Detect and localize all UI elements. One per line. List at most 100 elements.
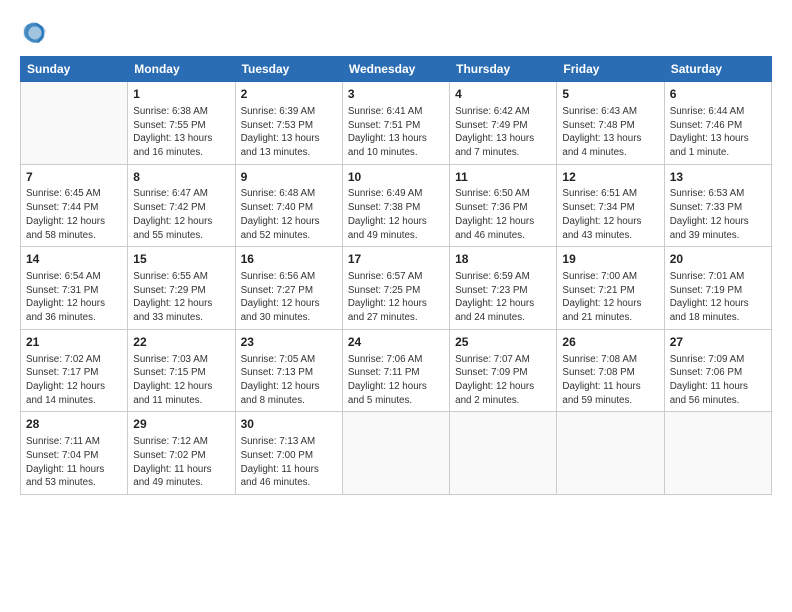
calendar-cell: 10Sunrise: 6:49 AM Sunset: 7:38 PM Dayli… [342,164,449,247]
weekday-header-sunday: Sunday [21,57,128,82]
day-info: Sunrise: 6:42 AM Sunset: 7:49 PM Dayligh… [455,105,551,160]
calendar-table: SundayMondayTuesdayWednesdayThursdayFrid… [20,56,772,495]
day-number: 9 [241,169,337,186]
calendar-cell: 13Sunrise: 6:53 AM Sunset: 7:33 PM Dayli… [664,164,771,247]
day-number: 15 [133,251,229,268]
calendar-cell: 14 Sunrise: 6:54 AM Sunset: 7:31 PM Dayli… [21,247,128,330]
day-number: 5 [562,86,658,103]
weekday-header-thursday: Thursday [450,57,557,82]
day-number: 8 [133,169,229,186]
calendar-week-row-3: 14 Sunrise: 6:54 AM Sunset: 7:31 PM Dayli… [21,247,772,330]
calendar-cell [557,412,664,495]
calendar-cell: 12Sunrise: 6:51 AM Sunset: 7:34 PM Dayli… [557,164,664,247]
calendar-cell [664,412,771,495]
calendar-cell: 20Sunrise: 7:01 AM Sunset: 7:19 PM Dayli… [664,247,771,330]
day-number: 28 [26,416,122,433]
day-number: 26 [562,334,658,351]
day-number: 16 [241,251,337,268]
day-info: Sunrise: 6:44 AM Sunset: 7:46 PM Dayligh… [670,105,766,160]
day-number: 23 [241,334,337,351]
day-number: 10 [348,169,444,186]
calendar-week-row-1: 1Sunrise: 6:38 AM Sunset: 7:55 PM Daylig… [21,82,772,165]
logo-icon [20,18,48,46]
day-info: Sunrise: 7:11 AM Sunset: 7:04 PM Dayligh… [26,435,122,490]
calendar-cell: 6 Sunrise: 6:44 AM Sunset: 7:46 PM Daylig… [664,82,771,165]
day-info: Sunrise: 6:51 AM Sunset: 7:34 PM Dayligh… [562,187,658,242]
day-number: 29 [133,416,229,433]
day-info: Sunrise: 6:56 AM Sunset: 7:27 PM Dayligh… [241,270,337,325]
calendar-cell: 9Sunrise: 6:48 AM Sunset: 7:40 PM Daylig… [235,164,342,247]
day-info: Sunrise: 6:43 AM Sunset: 7:48 PM Dayligh… [562,105,658,160]
calendar-cell: 23 Sunrise: 7:05 AM Sunset: 7:13 PM Dayli… [235,329,342,412]
weekday-header-tuesday: Tuesday [235,57,342,82]
calendar-cell: 15Sunrise: 6:55 AM Sunset: 7:29 PM Dayli… [128,247,235,330]
calendar-cell: 5 Sunrise: 6:43 AM Sunset: 7:48 PM Daylig… [557,82,664,165]
day-info: Sunrise: 7:08 AM Sunset: 7:08 PM Dayligh… [562,353,658,408]
day-number: 7 [26,169,122,186]
calendar-cell: 21Sunrise: 7:02 AM Sunset: 7:17 PM Dayli… [21,329,128,412]
calendar-cell: 11Sunrise: 6:50 AM Sunset: 7:36 PM Dayli… [450,164,557,247]
day-info: Sunrise: 6:49 AM Sunset: 7:38 PM Dayligh… [348,187,444,242]
weekday-header-monday: Monday [128,57,235,82]
day-number: 3 [348,86,444,103]
day-info: Sunrise: 7:07 AM Sunset: 7:09 PM Dayligh… [455,353,551,408]
day-number: 30 [241,416,337,433]
calendar-week-row-2: 7Sunrise: 6:45 AM Sunset: 7:44 PM Daylig… [21,164,772,247]
day-number: 11 [455,169,551,186]
day-info: Sunrise: 6:39 AM Sunset: 7:53 PM Dayligh… [241,105,337,160]
day-number: 18 [455,251,551,268]
day-info: Sunrise: 7:00 AM Sunset: 7:21 PM Dayligh… [562,270,658,325]
day-info: Sunrise: 6:54 AM Sunset: 7:31 PM Dayligh… [26,270,122,325]
day-number: 2 [241,86,337,103]
calendar-cell: 3 Sunrise: 6:41 AM Sunset: 7:51 PM Daylig… [342,82,449,165]
calendar-cell: 26 Sunrise: 7:08 AM Sunset: 7:08 PM Dayli… [557,329,664,412]
calendar-week-row-4: 21Sunrise: 7:02 AM Sunset: 7:17 PM Dayli… [21,329,772,412]
day-info: Sunrise: 7:09 AM Sunset: 7:06 PM Dayligh… [670,353,766,408]
header [20,18,772,46]
calendar-cell: 7Sunrise: 6:45 AM Sunset: 7:44 PM Daylig… [21,164,128,247]
day-info: Sunrise: 6:45 AM Sunset: 7:44 PM Dayligh… [26,187,122,242]
calendar-cell: 30 Sunrise: 7:13 AM Sunset: 7:00 PM Dayli… [235,412,342,495]
page: SundayMondayTuesdayWednesdayThursdayFrid… [0,0,792,612]
day-number: 17 [348,251,444,268]
day-info: Sunrise: 6:41 AM Sunset: 7:51 PM Dayligh… [348,105,444,160]
day-number: 27 [670,334,766,351]
calendar-cell: 17 Sunrise: 6:57 AM Sunset: 7:25 PM Dayli… [342,247,449,330]
calendar-cell: 18 Sunrise: 6:59 AM Sunset: 7:23 PM Dayli… [450,247,557,330]
day-number: 6 [670,86,766,103]
day-info: Sunrise: 6:53 AM Sunset: 7:33 PM Dayligh… [670,187,766,242]
day-info: Sunrise: 7:06 AM Sunset: 7:11 PM Dayligh… [348,353,444,408]
calendar-cell: 28 Sunrise: 7:11 AM Sunset: 7:04 PM Dayli… [21,412,128,495]
day-number: 12 [562,169,658,186]
day-number: 25 [455,334,551,351]
day-number: 22 [133,334,229,351]
calendar-cell: 24Sunrise: 7:06 AM Sunset: 7:11 PM Dayli… [342,329,449,412]
day-number: 14 [26,251,122,268]
calendar-cell: 8Sunrise: 6:47 AM Sunset: 7:42 PM Daylig… [128,164,235,247]
calendar-cell [342,412,449,495]
calendar-cell [21,82,128,165]
calendar-cell: 25 Sunrise: 7:07 AM Sunset: 7:09 PM Dayli… [450,329,557,412]
day-number: 4 [455,86,551,103]
weekday-header-saturday: Saturday [664,57,771,82]
day-info: Sunrise: 6:48 AM Sunset: 7:40 PM Dayligh… [241,187,337,242]
calendar-header-row: SundayMondayTuesdayWednesdayThursdayFrid… [21,57,772,82]
day-info: Sunrise: 6:47 AM Sunset: 7:42 PM Dayligh… [133,187,229,242]
day-number: 13 [670,169,766,186]
calendar-cell: 27 Sunrise: 7:09 AM Sunset: 7:06 PM Dayli… [664,329,771,412]
calendar-cell: 1Sunrise: 6:38 AM Sunset: 7:55 PM Daylig… [128,82,235,165]
day-number: 20 [670,251,766,268]
calendar-week-row-5: 28 Sunrise: 7:11 AM Sunset: 7:04 PM Dayli… [21,412,772,495]
day-info: Sunrise: 6:38 AM Sunset: 7:55 PM Dayligh… [133,105,229,160]
day-info: Sunrise: 6:57 AM Sunset: 7:25 PM Dayligh… [348,270,444,325]
weekday-header-wednesday: Wednesday [342,57,449,82]
calendar-cell: 19 Sunrise: 7:00 AM Sunset: 7:21 PM Dayli… [557,247,664,330]
calendar-cell: 29Sunrise: 7:12 AM Sunset: 7:02 PM Dayli… [128,412,235,495]
day-info: Sunrise: 6:59 AM Sunset: 7:23 PM Dayligh… [455,270,551,325]
day-info: Sunrise: 7:03 AM Sunset: 7:15 PM Dayligh… [133,353,229,408]
day-number: 19 [562,251,658,268]
weekday-header-friday: Friday [557,57,664,82]
day-info: Sunrise: 7:13 AM Sunset: 7:00 PM Dayligh… [241,435,337,490]
day-info: Sunrise: 7:05 AM Sunset: 7:13 PM Dayligh… [241,353,337,408]
calendar-cell: 4 Sunrise: 6:42 AM Sunset: 7:49 PM Daylig… [450,82,557,165]
